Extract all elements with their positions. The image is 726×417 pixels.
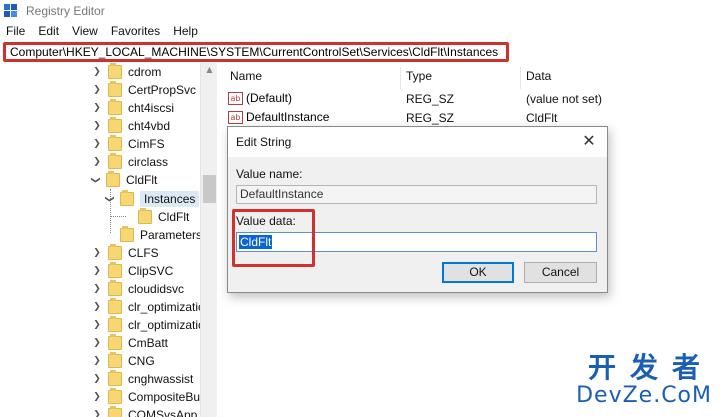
watermark-logo: 开发者 DevZe.CoM bbox=[576, 351, 715, 409]
menu-file[interactable]: File bbox=[6, 24, 25, 38]
chevron-right-icon[interactable]: ❯ bbox=[92, 392, 102, 402]
menu-help[interactable]: Help bbox=[173, 24, 198, 38]
address-bar[interactable]: Computer\HKEY_LOCAL_MACHINE\SYSTEM\Curre… bbox=[3, 42, 509, 62]
folder-icon bbox=[108, 280, 122, 296]
folder-icon bbox=[120, 226, 134, 242]
folder-icon bbox=[108, 81, 122, 97]
chevron-right-icon[interactable]: ❯ bbox=[92, 157, 102, 167]
value-data-highlight bbox=[232, 209, 315, 267]
tree-item-cldflt-child[interactable]: CldFlt bbox=[138, 208, 189, 226]
chevron-right-icon[interactable]: ❯ bbox=[92, 103, 102, 113]
folder-icon bbox=[108, 298, 122, 314]
chevron-right-icon[interactable]: ❯ bbox=[92, 410, 102, 417]
row-type: REG_SZ bbox=[406, 92, 455, 106]
column-header-type[interactable]: Type bbox=[406, 69, 432, 83]
tree-item[interactable]: ❯ CmBatt bbox=[92, 334, 168, 352]
folder-icon bbox=[108, 117, 122, 133]
title-bar: Registry Editor bbox=[0, 0, 726, 22]
folder-icon bbox=[108, 334, 122, 350]
tree-item[interactable]: ❯ COMSysApp bbox=[92, 406, 197, 417]
folder-icon bbox=[108, 406, 122, 417]
tree-item[interactable]: ❯ circlass bbox=[92, 153, 168, 171]
tree-item-parameters[interactable]: Parameters bbox=[120, 226, 202, 244]
folder-icon bbox=[108, 316, 122, 332]
cancel-button[interactable]: Cancel bbox=[524, 262, 597, 283]
chevron-right-icon[interactable]: ❯ bbox=[92, 338, 102, 348]
column-header-name[interactable]: Name bbox=[230, 69, 262, 83]
folder-icon bbox=[108, 262, 122, 278]
chevron-right-icon[interactable]: ❯ bbox=[92, 320, 102, 330]
address-path: Computer\HKEY_LOCAL_MACHINE\SYSTEM\Curre… bbox=[10, 45, 499, 59]
menu-favorites[interactable]: Favorites bbox=[111, 24, 160, 38]
chevron-down-icon[interactable]: ❯ bbox=[104, 194, 114, 204]
row-data: CldFlt bbox=[526, 111, 558, 125]
chevron-right-icon[interactable]: ❯ bbox=[92, 121, 102, 131]
folder-icon bbox=[108, 370, 122, 386]
list-row-defaultinstance[interactable]: ab DefaultInstance bbox=[228, 108, 329, 126]
row-type: REG_SZ bbox=[406, 111, 455, 125]
folder-open-icon bbox=[106, 171, 120, 187]
chevron-right-icon[interactable]: ❯ bbox=[92, 67, 102, 77]
tree-item[interactable]: ❯ cdrom bbox=[92, 63, 161, 81]
registry-editor-icon bbox=[4, 4, 20, 18]
list-row-default[interactable]: ab (Default) bbox=[228, 89, 292, 107]
chevron-right-icon[interactable]: ❯ bbox=[92, 139, 102, 149]
menu-view[interactable]: View bbox=[72, 24, 98, 38]
tree-item-instances[interactable]: ❯ Instances bbox=[104, 190, 200, 208]
row-data: (value not set) bbox=[526, 92, 603, 106]
window-title: Registry Editor bbox=[26, 4, 105, 18]
column-header-data[interactable]: Data bbox=[526, 69, 551, 83]
tree-item[interactable]: ❯ cht4iscsi bbox=[92, 99, 174, 117]
scroll-up-arrow-icon[interactable]: ▲ bbox=[201, 65, 218, 74]
folder-icon bbox=[108, 352, 122, 368]
menu-bar: File Edit View Favorites Help bbox=[0, 22, 726, 40]
ok-button[interactable]: OK bbox=[442, 262, 514, 283]
folder-icon bbox=[108, 388, 122, 404]
tree-scrollbar[interactable]: ▲ bbox=[200, 63, 217, 417]
chevron-right-icon[interactable]: ❯ bbox=[92, 374, 102, 384]
chevron-right-icon[interactable]: ❯ bbox=[92, 85, 102, 95]
ab-string-icon: ab bbox=[228, 91, 243, 105]
tree-item[interactable]: ❯ CNG bbox=[92, 352, 155, 370]
tree-item[interactable]: ❯ cloudidsvc bbox=[92, 280, 184, 298]
chevron-right-icon[interactable]: ❯ bbox=[92, 302, 102, 312]
tree-item[interactable]: ❯ CimFS bbox=[92, 135, 165, 153]
scroll-thumb[interactable] bbox=[203, 175, 216, 203]
value-name-label: Value name: bbox=[236, 167, 303, 181]
ab-string-icon: ab bbox=[228, 110, 243, 124]
tree-item[interactable]: ❯ CLFS bbox=[92, 244, 159, 262]
tree-item[interactable]: ❯ ClipSVC bbox=[92, 262, 173, 280]
folder-icon bbox=[108, 244, 122, 260]
tree-item[interactable]: ❯ CertPropSvc bbox=[92, 81, 196, 99]
edit-string-dialog: Edit String ✕ Value name: DefaultInstanc… bbox=[227, 126, 608, 293]
folder-icon bbox=[108, 63, 122, 79]
value-name-field[interactable]: DefaultInstance bbox=[236, 185, 597, 204]
tree-item[interactable]: ❯ clr_optimizatic bbox=[92, 316, 204, 334]
chevron-right-icon[interactable]: ❯ bbox=[92, 284, 102, 294]
chevron-right-icon[interactable]: ❯ bbox=[92, 248, 102, 258]
menu-edit[interactable]: Edit bbox=[38, 24, 59, 38]
tree-item-cldflt[interactable]: ❯ CldFlt bbox=[90, 171, 157, 189]
close-icon[interactable]: ✕ bbox=[579, 131, 599, 151]
chevron-down-icon[interactable]: ❯ bbox=[90, 175, 100, 185]
folder-icon bbox=[138, 208, 152, 224]
folder-icon bbox=[108, 99, 122, 115]
folder-open-icon bbox=[120, 190, 134, 206]
chevron-right-icon[interactable]: ❯ bbox=[92, 356, 102, 366]
tree-item[interactable]: ❯ CompositeBus bbox=[92, 388, 206, 406]
chevron-right-icon[interactable]: ❯ bbox=[92, 266, 102, 276]
tree-item[interactable]: ❯ cht4vbd bbox=[92, 117, 170, 135]
dialog-title-bar: Edit String ✕ bbox=[228, 127, 607, 157]
registry-tree: ❯ cdrom ❯ CertPropSvc ❯ cht4iscsi ❯ cht4… bbox=[0, 63, 217, 417]
folder-icon bbox=[108, 135, 122, 151]
tree-item[interactable]: ❯ cnghwassist bbox=[92, 370, 193, 388]
folder-icon bbox=[108, 153, 122, 169]
tree-item[interactable]: ❯ clr_optimizatic bbox=[92, 298, 204, 316]
dialog-title: Edit String bbox=[236, 135, 292, 149]
